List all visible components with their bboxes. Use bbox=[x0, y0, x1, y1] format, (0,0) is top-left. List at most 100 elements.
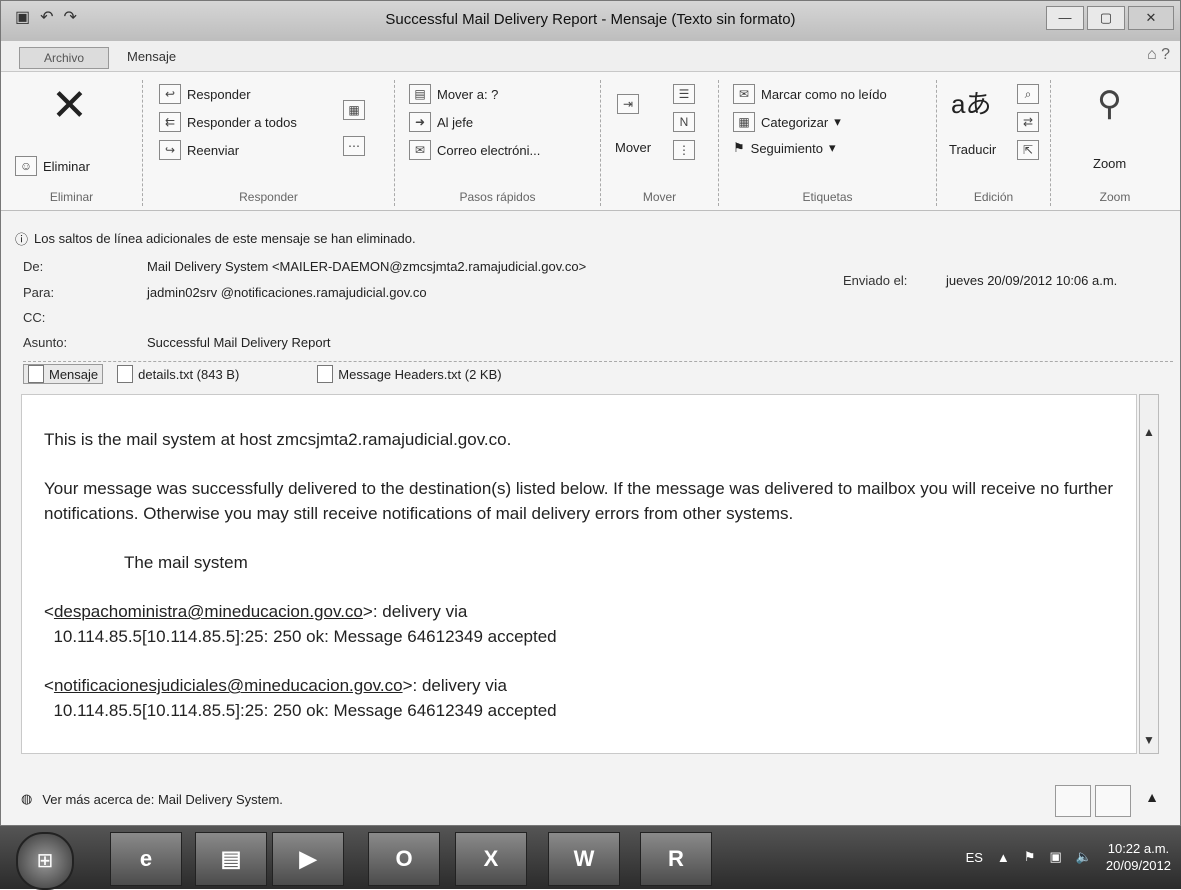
followup-button[interactable]: ⚑ Seguimiento ▾ bbox=[733, 140, 835, 156]
file-icon bbox=[317, 365, 334, 383]
group-label-respond: Responder bbox=[239, 190, 298, 204]
taskbar-ie[interactable]: e bbox=[110, 832, 182, 886]
attachment-bar: Mensaje details.txt (843 B) Message Head… bbox=[23, 361, 1173, 386]
file-icon bbox=[117, 365, 134, 383]
meeting-icon[interactable]: ▦ bbox=[343, 100, 365, 120]
body-line: This is the mail system at host zmcsjmta… bbox=[44, 430, 512, 449]
show-hidden-icons[interactable]: ▲ bbox=[997, 850, 1010, 865]
attachment-headers[interactable]: Message Headers.txt (2 KB) bbox=[313, 365, 505, 383]
delete-button[interactable]: ☺ Eliminar bbox=[15, 156, 90, 176]
recipient-1-link[interactable]: despachoministra@mineducacion.gov.co bbox=[54, 602, 363, 621]
people-icon: ◍ bbox=[21, 791, 33, 806]
group-label-tags: Etiquetas bbox=[802, 190, 853, 204]
network-icon[interactable]: ▣ bbox=[1049, 849, 1061, 865]
cc-label: CC: bbox=[23, 310, 46, 325]
sent-label: Enviado el: bbox=[843, 273, 908, 288]
clock-date: 20/09/2012 bbox=[1105, 858, 1171, 873]
sent-value: jueves 20/09/2012 10:06 a.m. bbox=[946, 273, 1118, 288]
info-bar[interactable]: ⓘ Los saltos de línea adicionales de est… bbox=[15, 229, 416, 248]
find-icon[interactable]: ⌕ bbox=[1017, 84, 1039, 104]
envelope-icon: ✉ bbox=[733, 84, 755, 104]
taskbar-media[interactable]: ▶ bbox=[272, 832, 344, 886]
scroll-up-icon[interactable]: ▲ bbox=[1140, 425, 1158, 439]
contact-photos bbox=[1055, 785, 1131, 817]
flag-icon: ⚑ bbox=[733, 140, 745, 155]
group-move: ⇥ Mover ☰ N ⋮ Mover bbox=[601, 80, 719, 206]
zoom-icon[interactable]: ⚲ bbox=[1097, 84, 1122, 124]
close-button[interactable]: ✕ bbox=[1128, 6, 1174, 30]
outlook-message-window: ▣ ↶ ↷ Successful Mail Delivery Report - … bbox=[0, 0, 1181, 826]
taskbar-app[interactable]: R bbox=[640, 832, 712, 886]
mark-unread-button[interactable]: ✉ Marcar como no leído bbox=[733, 84, 887, 104]
select-icon[interactable]: ⇱ bbox=[1017, 140, 1039, 160]
move-icon[interactable]: ⇥ bbox=[617, 94, 639, 114]
minimize-button[interactable]: — bbox=[1046, 6, 1084, 30]
vertical-scrollbar[interactable]: ▲ ▼ bbox=[1139, 394, 1159, 754]
categorize-button[interactable]: ▦ Categorizar ▾ bbox=[733, 112, 841, 132]
ribbon-tabs: Archivo Mensaje ⌂ ? bbox=[1, 41, 1180, 72]
attachment-details[interactable]: details.txt (843 B) bbox=[113, 365, 243, 383]
clock[interactable]: 10:22 a.m. 20/09/2012 bbox=[1106, 840, 1171, 874]
rules-icon[interactable]: ☰ bbox=[673, 84, 695, 104]
more-respond-icon[interactable]: ⋯ bbox=[343, 136, 365, 156]
message-body[interactable]: This is the mail system at host zmcsjmta… bbox=[21, 394, 1137, 754]
tab-file[interactable]: Archivo bbox=[19, 47, 109, 69]
flag-icon[interactable]: ⚑ bbox=[1024, 849, 1036, 865]
zoom-button[interactable]: Zoom bbox=[1093, 156, 1126, 171]
group-label-delete: Eliminar bbox=[49, 190, 94, 204]
recipient-1-detail: 10.114.85.5[10.114.85.5]:25: 250 ok: Mes… bbox=[53, 627, 557, 646]
recipient-2-link[interactable]: notificacionesjudiciales@mineducacion.go… bbox=[54, 676, 403, 695]
from-label: De: bbox=[23, 259, 44, 274]
chevron-down-icon: ▾ bbox=[828, 140, 836, 155]
attachment-message[interactable]: Mensaje bbox=[23, 364, 104, 384]
reply-button[interactable]: ↩ Responder bbox=[159, 84, 251, 104]
translate-icon[interactable]: aあ bbox=[951, 84, 991, 121]
forward-arrow-icon: ➜ bbox=[409, 112, 431, 132]
onenote-icon[interactable]: N bbox=[673, 112, 695, 132]
from-value[interactable]: Mail Delivery System <MAILER-DAEMON@zmcs… bbox=[147, 259, 586, 274]
tab-message[interactable]: Mensaje bbox=[127, 49, 176, 64]
group-label-edit: Edición bbox=[973, 190, 1014, 204]
window-controls: — ▢ ✕ bbox=[1046, 6, 1174, 30]
ribbon: ✕ ☺ Eliminar Eliminar ↩ Responder ⇇ Respond… bbox=[1, 72, 1180, 211]
contact-photo[interactable] bbox=[1055, 785, 1091, 817]
category-icon: ▦ bbox=[733, 112, 755, 132]
recipient-2-detail: 10.114.85.5[10.114.85.5]:25: 250 ok: Mes… bbox=[53, 701, 557, 720]
taskbar-explorer[interactable]: ▤ bbox=[195, 832, 267, 886]
translate-button[interactable]: Traducir bbox=[949, 142, 996, 157]
expand-icon[interactable]: ▲ bbox=[1145, 789, 1159, 805]
group-zoom: ⚲ Zoom Zoom bbox=[1051, 80, 1179, 206]
subject-value: Successful Mail Delivery Report bbox=[147, 335, 331, 350]
related-icon[interactable]: ⇄ bbox=[1017, 112, 1039, 132]
to-value[interactable]: jadmin02srv @notificaciones.ramajudicial… bbox=[147, 285, 427, 300]
body-paragraph: Your message was successfully delivered … bbox=[44, 479, 1114, 523]
help-icon[interactable]: ⌂ ? bbox=[1147, 46, 1170, 64]
title-bar: ▣ ↶ ↷ Successful Mail Delivery Report - … bbox=[1, 1, 1180, 41]
recipient-2: <notificacionesjudiciales@mineducacion.g… bbox=[44, 676, 557, 720]
body-signature: The mail system bbox=[124, 553, 248, 572]
move-button[interactable]: Mover bbox=[615, 140, 651, 155]
group-edit: aあ Traducir ⌕ ⇄ ⇱ Edición bbox=[937, 80, 1051, 206]
language-indicator[interactable]: ES bbox=[966, 850, 983, 865]
quickstep-to-boss[interactable]: ➜ Al jefe bbox=[409, 112, 473, 132]
info-bar-text: Los saltos de línea adicionales de este … bbox=[34, 231, 416, 246]
delete-icon[interactable]: ✕ bbox=[51, 84, 88, 128]
quickstep-move-to[interactable]: ▤ Mover a: ? bbox=[409, 84, 498, 104]
taskbar-word[interactable]: W bbox=[548, 832, 620, 886]
forward-button[interactable]: ↪ Reenviar bbox=[159, 140, 239, 160]
group-label-move: Mover bbox=[642, 190, 677, 204]
people-pane-text[interactable]: Ver más acerca de: Mail Delivery System. bbox=[42, 792, 283, 807]
start-button[interactable]: ⊞ bbox=[16, 832, 74, 890]
reply-all-button[interactable]: ⇇ Responder a todos bbox=[159, 112, 297, 132]
taskbar-outlook[interactable]: O bbox=[368, 832, 440, 886]
taskbar-excel[interactable]: X bbox=[455, 832, 527, 886]
contact-photo[interactable] bbox=[1095, 785, 1131, 817]
volume-icon[interactable]: 🔈 bbox=[1076, 849, 1092, 865]
maximize-button[interactable]: ▢ bbox=[1087, 6, 1125, 30]
quickstep-email[interactable]: ✉ Correo electróni... bbox=[409, 140, 540, 160]
taskbar: ⊞ e ▤ ▶ O X W R ES ▲ ⚑ ▣ 🔈 10:22 a.m. 20… bbox=[0, 826, 1181, 890]
group-label-quicksteps: Pasos rápidos bbox=[459, 190, 536, 204]
actions-icon[interactable]: ⋮ bbox=[673, 140, 695, 160]
reply-icon: ↩ bbox=[159, 84, 181, 104]
scroll-down-icon[interactable]: ▼ bbox=[1140, 733, 1158, 747]
